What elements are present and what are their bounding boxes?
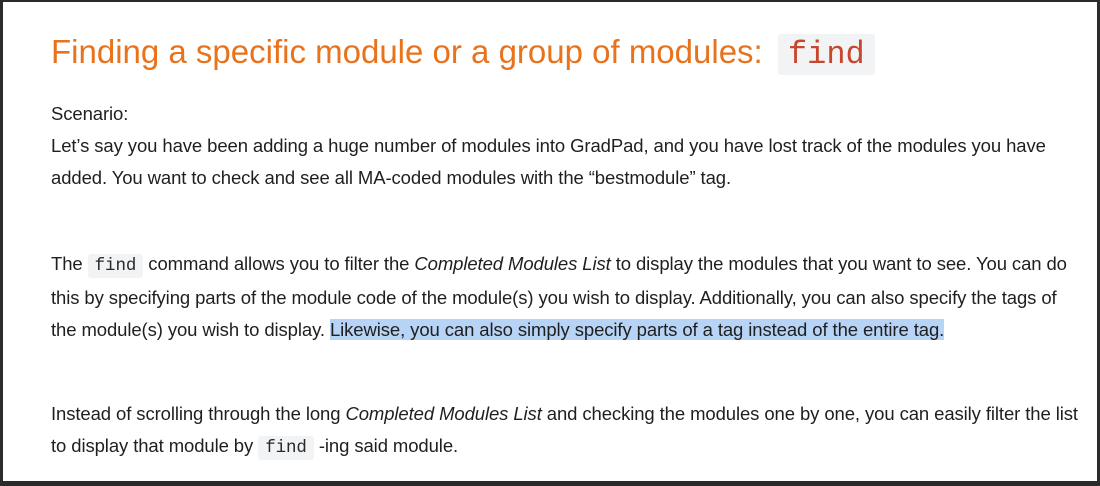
p2-text-2: command allows you to filter the <box>148 253 410 274</box>
section-heading-text: Finding a specific module or a group of … <box>51 33 763 70</box>
p3-emphasis-completed-modules-list: Completed Modules List <box>345 403 542 424</box>
scenario-label: Scenario: <box>51 103 129 124</box>
document-page: Finding a specific module or a group of … <box>3 2 1097 481</box>
section-heading: Finding a specific module or a group of … <box>51 30 875 77</box>
scenario-paragraph: Scenario: Let’s say you have been adding … <box>51 98 1081 194</box>
p3-text-1: Instead of scrolling through the long <box>51 403 341 424</box>
filter-tip-paragraph: Instead of scrolling through the long Co… <box>51 398 1081 464</box>
inline-code-find-2: find <box>258 436 314 460</box>
highlighted-text-selection[interactable]: Likewise, you can also simply specify pa… <box>329 319 944 340</box>
inline-code-find: find <box>87 254 144 278</box>
find-description-paragraph: The find command allows you to filter th… <box>51 248 1081 346</box>
p2-text-1: The <box>51 253 83 274</box>
p2-emphasis-completed-modules-list: Completed Modules List <box>414 253 611 274</box>
scenario-text: Let’s say you have been adding a huge nu… <box>51 135 1046 188</box>
p3-text-3: -ing said module. <box>318 435 459 456</box>
heading-code-find: find <box>777 34 875 75</box>
